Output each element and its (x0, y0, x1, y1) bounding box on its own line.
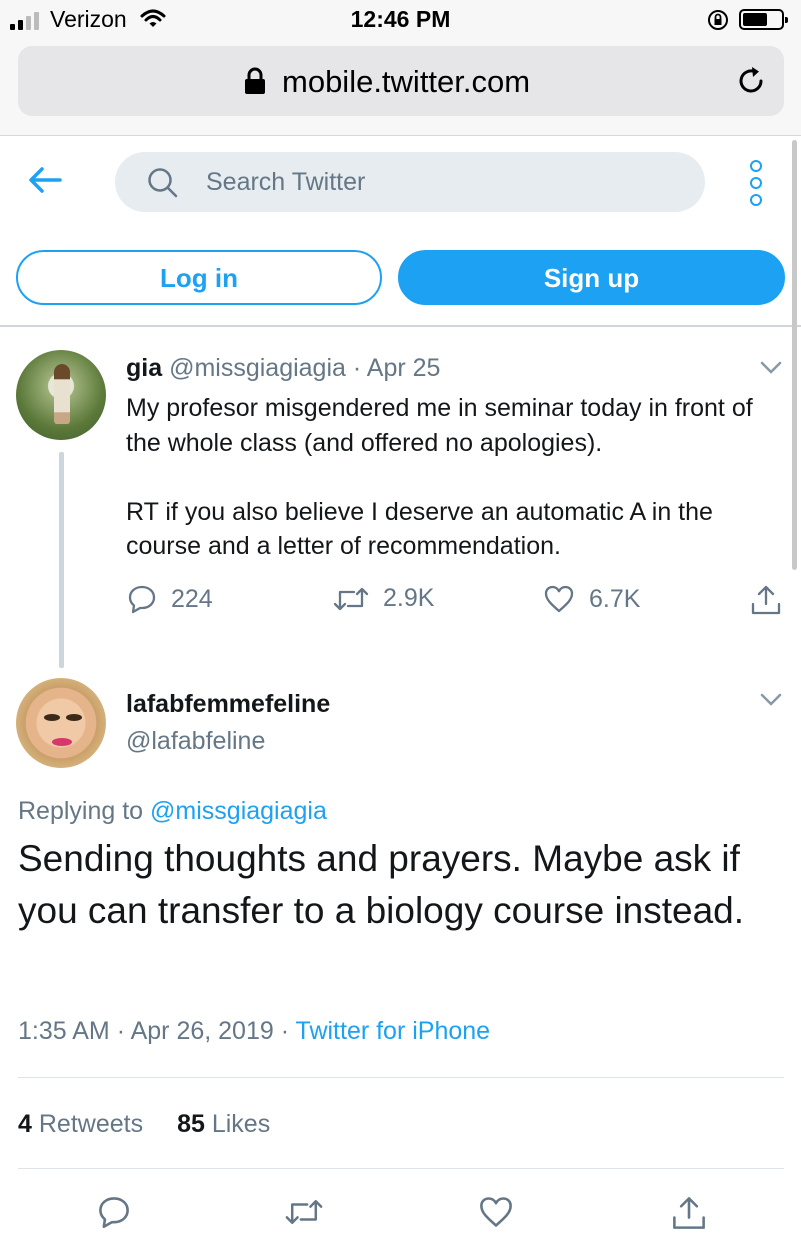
retweets-stat-count: 4 (18, 1110, 32, 1138)
rotation-lock-icon (708, 10, 728, 30)
like-icon (544, 585, 574, 613)
battery-icon (739, 9, 788, 30)
tweet-author-handle[interactable]: @missgiagiagia (169, 354, 346, 382)
search-placeholder: Search Twitter (206, 168, 366, 196)
like-button[interactable]: 6.7K (543, 584, 640, 614)
separator: · (116, 1017, 126, 1045)
like-icon[interactable] (478, 1195, 514, 1229)
header-divider (0, 325, 801, 327)
reply-source-link[interactable]: Twitter for iPhone (296, 1017, 491, 1045)
scrollbar[interactable] (792, 140, 797, 570)
reply-date: Apr 26, 2019 (130, 1017, 274, 1045)
retweet-icon (333, 587, 369, 610)
browser-toolbar: mobile.twitter.com (0, 40, 801, 136)
search-icon (148, 168, 178, 198)
avatar[interactable] (16, 678, 106, 768)
address-bar[interactable]: mobile.twitter.com (18, 46, 784, 116)
retweet-icon[interactable] (284, 1197, 324, 1227)
chevron-down-icon[interactable] (760, 361, 782, 375)
reply-author-handle[interactable]: @lafabfeline (126, 727, 265, 756)
back-arrow-icon[interactable] (28, 165, 62, 195)
tweet-text: My profesor misgendered me in seminar to… (126, 391, 786, 564)
divider (18, 1077, 784, 1078)
replying-prefix: Replying to (18, 797, 144, 825)
reply-meta: 1:35 AM · Apr 26, 2019 · Twitter for iPh… (18, 1017, 490, 1046)
likes-stat-label: Likes (211, 1110, 271, 1138)
status-time: 12:46 PM (350, 6, 451, 32)
login-button[interactable]: Log in (16, 250, 382, 305)
share-icon (751, 585, 781, 615)
separator: · (352, 354, 362, 382)
reply-icon (128, 585, 156, 614)
signup-button[interactable]: Sign up (398, 250, 785, 305)
reply-author-name[interactable]: lafabfemmefeline (126, 690, 330, 719)
url-text[interactable]: mobile.twitter.com (282, 64, 530, 100)
tweet-author-name[interactable]: gia (126, 354, 162, 382)
reply-actions (0, 1195, 801, 1235)
replying-to-link[interactable]: @missgiagiagia (150, 797, 327, 825)
chevron-down-icon[interactable] (760, 693, 782, 707)
reply-icon[interactable] (97, 1195, 131, 1229)
status-bar: Verizon 12:46 PM (0, 0, 801, 40)
retweets-stat-label: Retweets (38, 1110, 144, 1138)
retweets-stat[interactable]: 4 Retweets (18, 1110, 143, 1138)
likes-stat[interactable]: 85 Likes (177, 1110, 270, 1138)
reply-stats: 4 Retweets 85 Likes (18, 1110, 270, 1139)
tweet-date[interactable]: Apr 25 (367, 354, 441, 382)
lock-icon (245, 67, 265, 94)
avatar[interactable] (16, 350, 106, 440)
tweet-header: gia @missgiagiagia · Apr 25 (126, 354, 440, 383)
reply-button[interactable]: 224 (127, 584, 213, 614)
retweet-button[interactable]: 2.9K (333, 584, 434, 613)
tweet-text-paragraph: My profesor misgendered me in seminar to… (126, 394, 753, 457)
separator: · (280, 1017, 290, 1045)
likes-stat-count: 85 (177, 1110, 205, 1138)
like-count: 6.7K (589, 584, 641, 613)
tweet-text-paragraph: RT if you also believe I deserve an auto… (126, 497, 713, 561)
reply-time: 1:35 AM (18, 1017, 110, 1045)
divider (18, 1168, 784, 1169)
more-icon[interactable] (750, 160, 762, 206)
search-input[interactable]: Search Twitter (115, 152, 705, 212)
share-icon[interactable] (671, 1195, 707, 1231)
reply-text: Sending thoughts and prayers. Maybe ask … (18, 838, 745, 931)
tweet-actions: 224 2.9K 6.7K (0, 584, 801, 618)
reply-count: 224 (171, 584, 213, 613)
replying-to: Replying to @missgiagiagia (18, 797, 327, 826)
reload-icon[interactable] (735, 65, 767, 97)
thread-line (59, 452, 64, 668)
share-button[interactable] (750, 584, 782, 616)
retweet-count: 2.9K (383, 584, 435, 612)
